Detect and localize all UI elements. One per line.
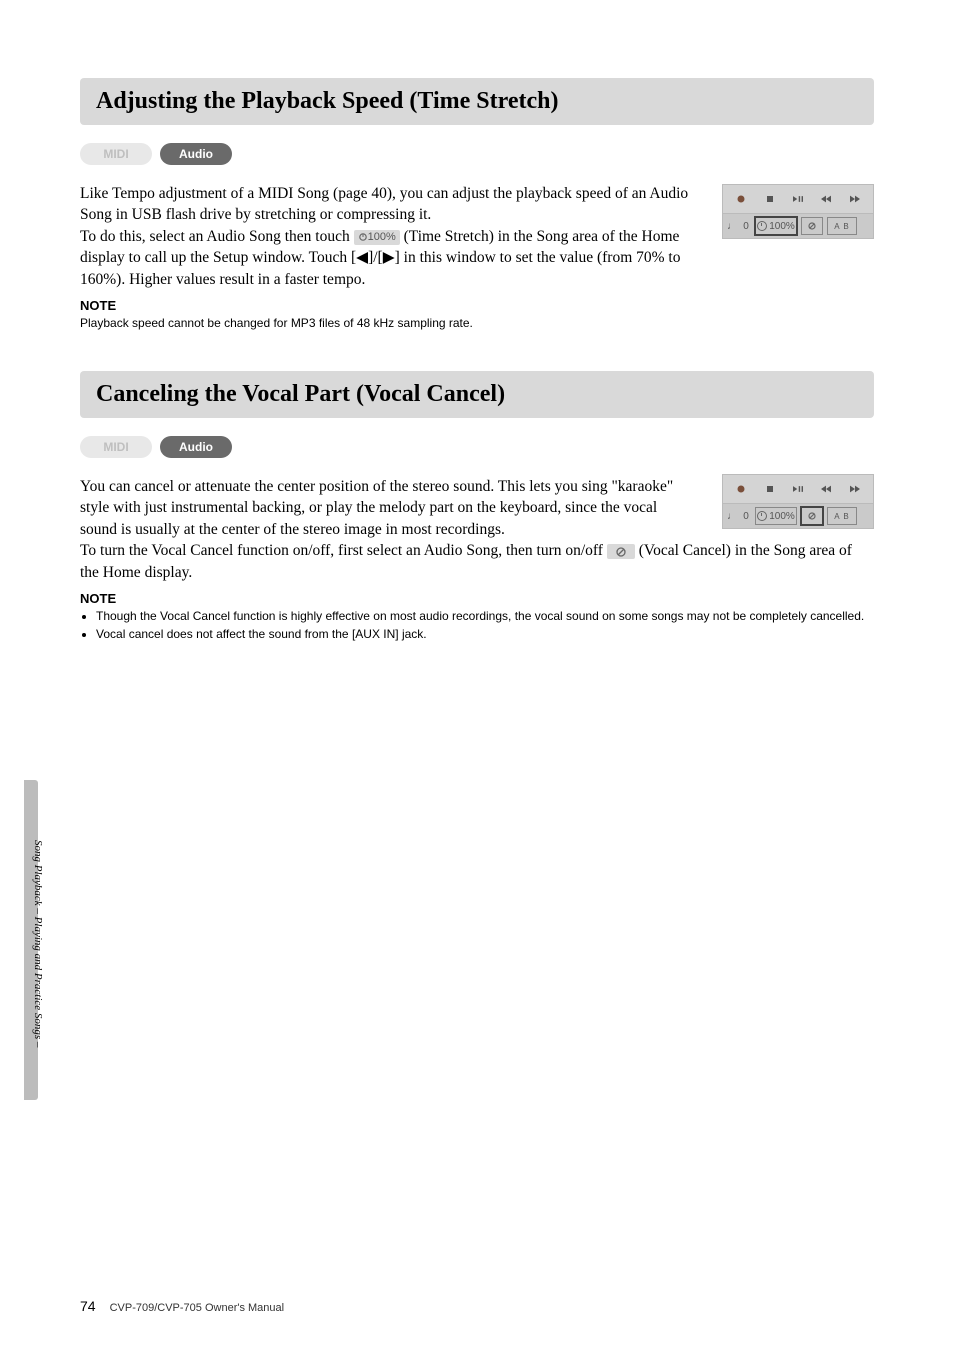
note-icon: ♩	[727, 218, 737, 234]
vocal-cancel-button[interactable]	[801, 217, 823, 235]
record-icon[interactable]	[736, 484, 746, 494]
tag-midi: MIDI	[80, 143, 152, 165]
para-2a: To do this, select an Audio Song then to…	[80, 228, 354, 245]
vocal-cancel-icon	[607, 544, 635, 559]
body-text-vocal-cancel-2: To turn the Vocal Cancel function on/off…	[80, 540, 860, 583]
ab-repeat-button[interactable]: A B	[827, 507, 857, 525]
rewind-icon[interactable]	[821, 484, 831, 494]
page: Adjusting the Playback Speed (Time Stret…	[0, 0, 954, 1348]
section-heading-vocal-cancel: Canceling the Vocal Part (Vocal Cancel)	[80, 371, 874, 418]
note-icon: ♩	[727, 508, 737, 524]
tag-midi-2: MIDI	[80, 436, 152, 458]
note-list-2: Though the Vocal Cancel function is high…	[80, 608, 874, 642]
transport-row	[723, 185, 873, 213]
pitch-value: 0	[741, 218, 751, 234]
time-stretch-icon-label: 100%	[368, 230, 396, 245]
tag-audio-2: Audio	[160, 436, 232, 458]
stop-icon[interactable]	[765, 484, 775, 494]
body-text-vocal-cancel: You can cancel or attenuate the center p…	[80, 476, 690, 540]
page-footer: 74 CVP-709/CVP-705 Owner's Manual	[80, 1298, 284, 1314]
time-stretch-icon: 100%	[354, 230, 400, 245]
clock-icon	[757, 221, 767, 231]
section-heading-time-stretch: Adjusting the Playback Speed (Time Stret…	[80, 78, 874, 125]
time-stretch-button[interactable]: 100%	[755, 507, 797, 525]
time-stretch-button[interactable]: 100%	[755, 217, 797, 235]
vc-para-2a: To turn the Vocal Cancel function on/off…	[80, 542, 607, 559]
fast-forward-icon[interactable]	[850, 194, 860, 204]
note-heading-2: NOTE	[80, 591, 874, 606]
rewind-icon[interactable]	[821, 194, 831, 204]
stop-icon[interactable]	[765, 194, 775, 204]
note-li-2: Vocal cancel does not affect the sound f…	[96, 626, 874, 642]
body-text-time-stretch: Like Tempo adjustment of a MIDI Song (pa…	[80, 183, 690, 290]
time-stretch-value: 100%	[769, 511, 795, 522]
page-number: 74	[80, 1298, 96, 1314]
play-pause-icon[interactable]	[793, 194, 803, 204]
note-heading-1: NOTE	[80, 298, 874, 313]
clock-icon	[757, 511, 767, 521]
song-area-panel-vocal-cancel: ♩ 0 100% A B	[722, 474, 874, 529]
song-info-row: ♩ 0 100% A B	[723, 213, 873, 238]
time-stretch-value: 100%	[769, 221, 795, 232]
ab-repeat-button[interactable]: A B	[827, 217, 857, 235]
tag-audio: Audio	[160, 143, 232, 165]
song-area-panel-time-stretch: ♩ 0 100% A B	[722, 184, 874, 239]
note-body-1: Playback speed cannot be changed for MP3…	[80, 315, 874, 331]
song-info-row-2: ♩ 0 100% A B	[723, 503, 873, 528]
play-pause-icon[interactable]	[793, 484, 803, 494]
note-li-1: Though the Vocal Cancel function is high…	[96, 608, 874, 624]
transport-row-2	[723, 475, 873, 503]
para-1: Like Tempo adjustment of a MIDI Song (pa…	[80, 185, 688, 223]
record-icon[interactable]	[736, 194, 746, 204]
manual-title: CVP-709/CVP-705 Owner's Manual	[110, 1302, 285, 1314]
fast-forward-icon[interactable]	[850, 484, 860, 494]
tags-row-2: MIDI Audio	[80, 436, 874, 458]
tags-row: MIDI Audio	[80, 143, 874, 165]
side-chapter-label: Song Playback – Playing and Practice Son…	[32, 840, 44, 1047]
pitch-value: 0	[741, 508, 751, 524]
vc-para-1: You can cancel or attenuate the center p…	[80, 478, 673, 538]
vocal-cancel-button[interactable]	[801, 507, 823, 525]
